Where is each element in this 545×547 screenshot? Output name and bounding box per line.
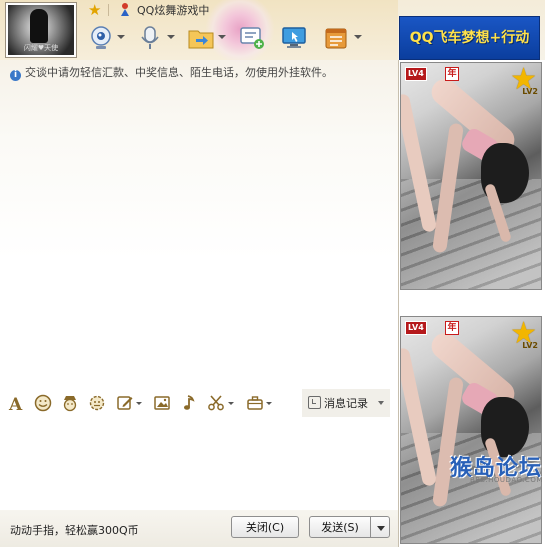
star-level-label: LV2 xyxy=(522,341,538,350)
star-level-label: LV2 xyxy=(522,87,538,96)
message-input[interactable] xyxy=(1,418,401,514)
video-call-dropdown-icon[interactable] xyxy=(117,35,125,39)
level-badge: LV4 xyxy=(405,321,427,335)
level-badge: LV4 xyxy=(405,67,427,81)
video-call-icon[interactable] xyxy=(87,24,115,52)
screenshot-dropdown-icon[interactable] xyxy=(228,402,234,405)
chat-header: 闪耀♥天使 ★ QQ炫舞游戏中 xyxy=(0,0,398,64)
scribble-dropdown-icon[interactable] xyxy=(136,402,142,405)
qq-speed-banner[interactable]: QQ飞车梦想+行动 xyxy=(399,16,540,60)
contact-status: QQ炫舞游戏中 xyxy=(137,4,210,17)
send-button[interactable]: 发送(S) xyxy=(309,516,371,538)
show-image-1[interactable]: LV4 年 ★ LV2 xyxy=(400,62,542,290)
close-button[interactable]: 关闭(C) xyxy=(231,516,299,538)
info-icon: i xyxy=(10,70,21,81)
music-icon[interactable] xyxy=(180,394,198,412)
shake-window-icon[interactable] xyxy=(88,394,106,412)
magic-face-icon[interactable] xyxy=(61,394,79,412)
font-icon[interactable]: A xyxy=(7,394,25,412)
remote-assist-icon[interactable] xyxy=(280,24,308,52)
send-options-dropdown-icon[interactable] xyxy=(370,516,390,538)
banner-text: QQ飞车梦想+行动 xyxy=(409,30,530,46)
favorite-star-icon[interactable]: ★ xyxy=(88,2,104,18)
history-dropdown-icon[interactable] xyxy=(378,401,384,405)
security-notice: i 交谈中请勿轻信汇款、中奖信息、陌生电话，勿使用外挂软件。 xyxy=(10,64,333,81)
app-box-icon[interactable] xyxy=(322,24,350,52)
avatar-figure xyxy=(30,9,48,43)
watermark-url: BBS.HOUDAO.COM xyxy=(470,476,543,484)
contact-avatar[interactable]: 闪耀♥天使 xyxy=(6,3,76,57)
briefcase-dropdown-icon[interactable] xyxy=(266,402,272,405)
promo-link[interactable]: 动动手指，轻松赢300Q币 xyxy=(10,522,139,538)
year-badge: 年 xyxy=(445,67,459,81)
avatar-caption: 闪耀♥天使 xyxy=(23,44,59,52)
chat-window: 闪耀♥天使 ★ QQ炫舞游戏中 QQ飞车梦想+行动 i 交谈中请勿轻信汇款、中奖… xyxy=(0,0,545,547)
clock-icon xyxy=(308,396,321,409)
send-file-dropdown-icon[interactable] xyxy=(218,35,226,39)
send-image-icon[interactable] xyxy=(153,394,171,412)
footer-bar: 动动手指，轻松赢300Q币 关闭(C) 发送(S) xyxy=(0,510,398,547)
game-person-icon xyxy=(121,3,129,16)
send-file-icon[interactable] xyxy=(187,24,215,52)
message-history-label: 消息记录 xyxy=(324,397,368,410)
year-badge: 年 xyxy=(445,321,459,335)
voice-call-dropdown-icon[interactable] xyxy=(167,35,175,39)
svg-text:A: A xyxy=(8,395,23,412)
header-divider xyxy=(108,4,109,16)
briefcase-icon[interactable] xyxy=(246,394,264,412)
screenshot-scissors-icon[interactable] xyxy=(207,394,225,412)
show-image-2[interactable]: LV4 年 ★ LV2 xyxy=(400,316,542,544)
voice-call-icon[interactable] xyxy=(136,24,164,52)
emoticon-icon[interactable] xyxy=(34,394,52,412)
message-history-button[interactable]: 消息记录 xyxy=(302,389,390,417)
scribble-icon[interactable] xyxy=(116,394,134,412)
security-notice-text: 交谈中请勿轻信汇款、中奖信息、陌生电话，勿使用外挂软件。 xyxy=(25,66,333,79)
create-discussion-icon[interactable] xyxy=(238,24,266,52)
app-box-dropdown-icon[interactable] xyxy=(354,35,362,39)
